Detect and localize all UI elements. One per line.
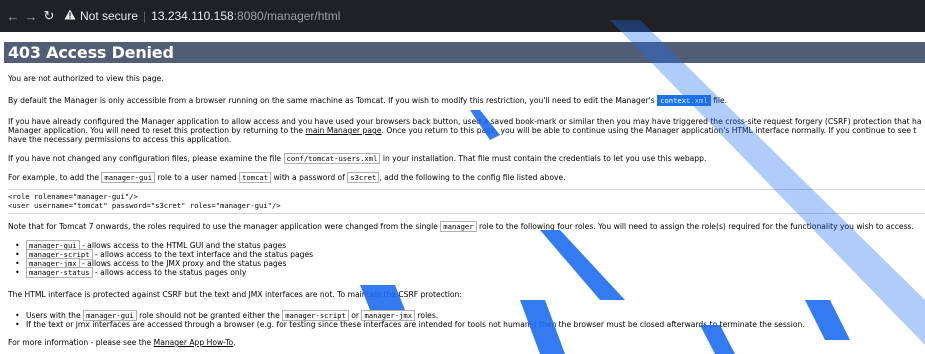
paragraph-not-authorized: You are not authorized to view this page… bbox=[8, 74, 164, 83]
text: - allows access to the HTML GUI and the … bbox=[79, 241, 287, 250]
page-title: 403 Access Denied bbox=[8, 43, 174, 62]
text: If you have not changed any configuratio… bbox=[8, 154, 282, 163]
code-manager: manager bbox=[440, 221, 477, 232]
text: Note that for Tomcat 7 onwards, the role… bbox=[8, 222, 438, 231]
divider bbox=[8, 213, 925, 214]
text: - allows access to the text interface an… bbox=[92, 250, 314, 259]
browser-toolbar: ← → ↻ Not secure | 13.234.110.158:8080/m… bbox=[0, 0, 925, 32]
code-manager-gui: manager-gui bbox=[101, 172, 156, 183]
paragraph-line: Manager application. You will need to re… bbox=[8, 126, 925, 135]
page-content: 403 Access Denied You are not authorized… bbox=[0, 32, 925, 354]
text: file. bbox=[713, 96, 728, 105]
text: - allows access to the JMX proxy and the… bbox=[79, 259, 287, 268]
text: Manager application. You will need to re… bbox=[8, 126, 304, 135]
text: role to the following four roles. You wi… bbox=[479, 222, 914, 231]
text: in your installation. That file must con… bbox=[382, 154, 707, 163]
csrf-list: Users with the manager-gui role should n… bbox=[15, 310, 805, 329]
roles-list: manager-gui - allows access to the HTML … bbox=[15, 240, 314, 278]
text: with a password of bbox=[273, 173, 345, 182]
manager-how-to-link[interactable]: Manager App How-To bbox=[154, 338, 233, 347]
code-role: manager-status bbox=[26, 267, 93, 278]
page-title-bar: 403 Access Denied bbox=[4, 42, 925, 63]
text: For example, to add the bbox=[8, 173, 99, 182]
reload-icon[interactable]: ↻ bbox=[40, 8, 58, 24]
code-s3cret: s3cret bbox=[347, 172, 380, 183]
forward-arrow-icon[interactable]: → bbox=[22, 9, 40, 24]
paragraph-csrf-protection: The HTML interface is protected against … bbox=[8, 290, 462, 299]
code-tomcat: tomcat bbox=[239, 172, 272, 183]
divider bbox=[8, 189, 925, 190]
text: or bbox=[351, 311, 360, 320]
paragraph-roles-note: Note that for Tomcat 7 onwards, the role… bbox=[8, 221, 925, 232]
not-secure-label[interactable]: Not secure bbox=[80, 9, 138, 23]
text: Users with the bbox=[26, 311, 81, 320]
text: - allows access to the status pages only bbox=[92, 268, 247, 277]
url-path: :8080/manager/html bbox=[233, 9, 341, 23]
address-bar[interactable]: 13.234.110.158:8080/manager/html bbox=[151, 9, 340, 23]
text: . Once you return to this page, you will… bbox=[381, 126, 917, 135]
list-item: Users with the manager-gui role should n… bbox=[15, 310, 805, 321]
code-role-line: <role rolename="manager-gui"/> bbox=[8, 192, 138, 201]
paragraph-line: If you have already configured the Manag… bbox=[8, 117, 922, 126]
list-item: If the text or jmx interfaces are access… bbox=[15, 320, 805, 329]
text: role to a user named bbox=[157, 173, 237, 182]
paragraph-default-access: By default the Manager is only accessibl… bbox=[8, 95, 925, 106]
url-host: 13.234.110.158 bbox=[151, 9, 234, 23]
paragraph-example: For example, to add the manager-gui role… bbox=[8, 172, 925, 183]
main-manager-page-link[interactable]: main Manager page bbox=[305, 126, 381, 135]
back-arrow-icon[interactable]: ← bbox=[4, 9, 22, 24]
text: By default the Manager is only accessibl… bbox=[8, 96, 655, 105]
text: role should not be granted either the bbox=[139, 311, 280, 320]
list-item: manager-status - allows access to the st… bbox=[15, 267, 313, 278]
text: , add the following to the config file l… bbox=[379, 173, 566, 182]
warning-triangle-icon[interactable] bbox=[64, 9, 76, 23]
text: . bbox=[233, 338, 236, 347]
code-user-line: <user username="tomcat" password="s3cret… bbox=[8, 201, 281, 210]
paragraph-config-files: If you have not changed any configuratio… bbox=[8, 153, 925, 164]
paragraph-more-info: For more information - please see the Ma… bbox=[8, 338, 925, 347]
code-tomcat-users: conf/tomcat-users.xml bbox=[283, 153, 381, 164]
url-separator: | bbox=[143, 9, 147, 23]
text: For more information - please see the bbox=[8, 338, 152, 347]
text: roles. bbox=[417, 311, 439, 320]
paragraph-line: have the necessary permissions to access… bbox=[8, 135, 232, 144]
code-context-xml: context.xml bbox=[657, 95, 711, 106]
